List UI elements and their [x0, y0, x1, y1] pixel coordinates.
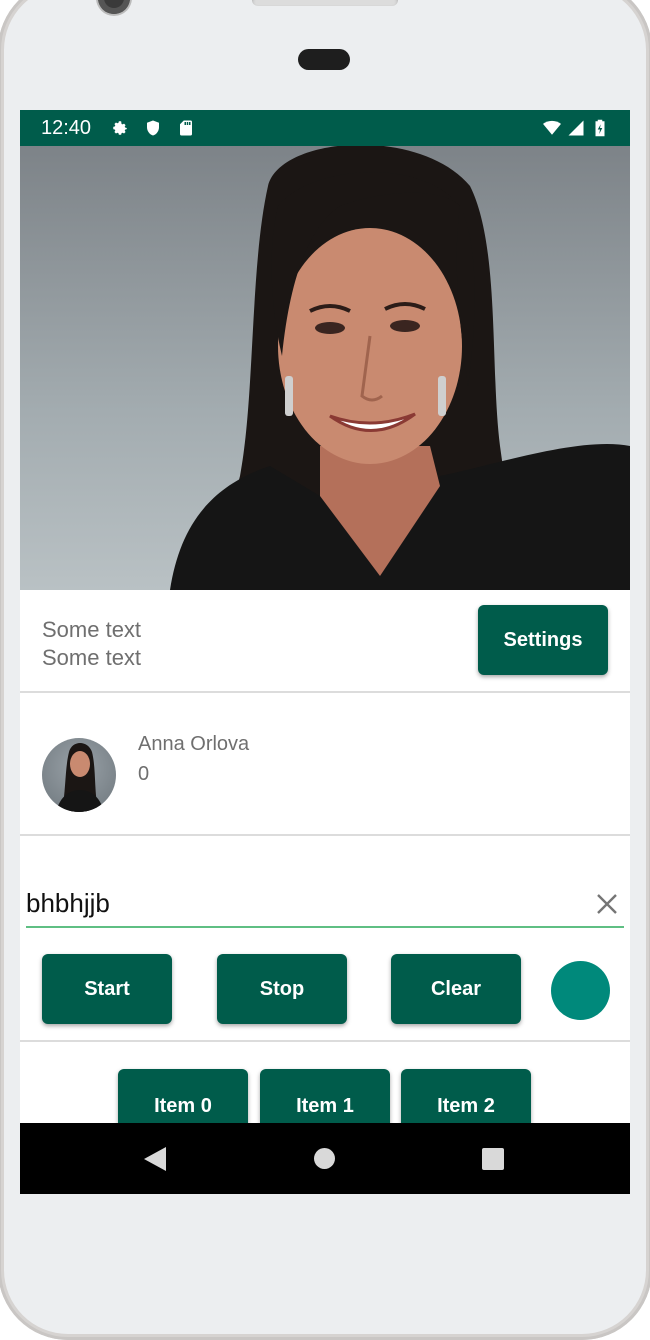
fab-button[interactable] — [551, 961, 610, 1020]
phone-screen: 12:40 Some text Some text Settings Anna … — [20, 110, 630, 1194]
front-camera — [98, 0, 130, 14]
stop-button[interactable]: Stop — [217, 954, 347, 1024]
search-input[interactable] — [26, 880, 624, 928]
status-bar: 12:40 — [20, 110, 630, 146]
battery-icon — [595, 119, 605, 137]
home-icon[interactable] — [314, 1148, 335, 1169]
recents-icon[interactable] — [482, 1148, 504, 1170]
earpiece-speaker — [252, 0, 398, 6]
start-button[interactable]: Start — [42, 954, 172, 1024]
contact-count: 0 — [138, 763, 150, 785]
wifi-icon — [543, 120, 561, 135]
avatar — [42, 738, 116, 812]
status-time: 12:40 — [41, 117, 92, 139]
clear-button[interactable]: Clear — [391, 954, 521, 1024]
info-text-line2: Some text — [42, 645, 142, 670]
proximity-sensor — [298, 49, 350, 70]
profile-photo — [20, 146, 630, 590]
navigation-bar — [20, 1123, 630, 1194]
info-row: Some text Some text Settings — [20, 590, 630, 693]
signal-icon — [568, 120, 584, 136]
sd-card-icon — [180, 120, 192, 136]
info-text-line1: Some text — [42, 617, 142, 642]
settings-icon — [113, 121, 127, 135]
portrait-illustration — [170, 146, 630, 590]
shield-icon — [147, 120, 159, 136]
back-icon[interactable] — [144, 1147, 166, 1171]
contact-name: Anna Orlova — [138, 733, 250, 755]
contact-row[interactable]: Anna Orlova 0 — [20, 693, 630, 836]
close-icon[interactable] — [595, 892, 619, 916]
settings-button[interactable]: Settings — [478, 605, 608, 675]
section-divider — [20, 1040, 630, 1042]
